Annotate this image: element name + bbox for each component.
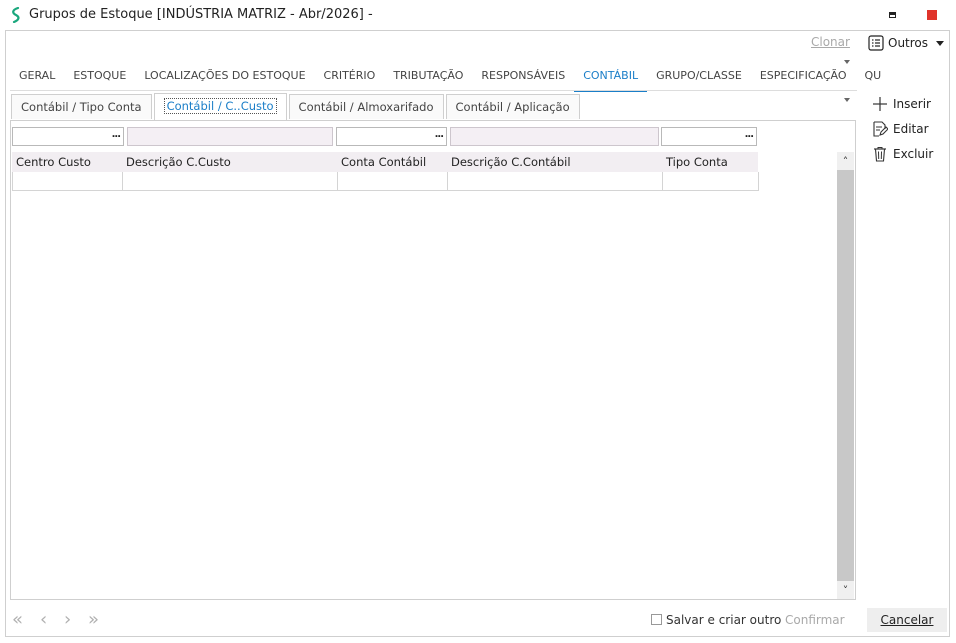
excluir-label: Excluir <box>893 147 934 161</box>
grid-cell-divider <box>122 172 123 191</box>
column-header-conta-contabil[interactable]: Conta Contábil <box>341 155 426 169</box>
cancelar-label: Cancelar <box>880 613 934 627</box>
salvar-criar-outro-label: Salvar e criar outro <box>666 613 782 627</box>
tab-especificacao[interactable]: ESPECIFICAÇÃO <box>751 66 856 90</box>
tab-qu[interactable]: QU <box>856 66 891 90</box>
tabs-overflow-button[interactable] <box>844 60 850 64</box>
app-logo-icon <box>12 7 20 23</box>
subtab-almoxarifado[interactable]: Contábil / Almoxarifado <box>288 94 444 119</box>
column-header-tipo-conta[interactable]: Tipo Conta <box>666 155 728 169</box>
column-header-centro-custo[interactable]: Centro Custo <box>16 155 91 169</box>
double-chevron-left-icon: « <box>12 609 24 630</box>
close-button[interactable] <box>917 4 947 26</box>
subtab-tipo-conta[interactable]: Contábil / Tipo Conta <box>11 94 152 119</box>
filter-conta-contabil[interactable]: ... <box>336 127 447 146</box>
filter-centro-custo[interactable]: ... <box>12 127 124 146</box>
next-record-button[interactable]: › <box>64 609 71 631</box>
editar-label: Editar <box>893 122 929 136</box>
chevron-down-icon: ˅ <box>842 583 849 597</box>
editar-button[interactable]: Editar <box>872 119 929 139</box>
previous-record-button[interactable]: ‹ <box>40 609 47 631</box>
trash-icon <box>874 147 886 162</box>
close-icon <box>927 10 937 20</box>
clonar-label: Clonar <box>811 35 850 49</box>
lookup-button[interactable]: ... <box>745 129 754 140</box>
clonar-button[interactable]: Clonar <box>811 35 850 49</box>
grid-cell-divider <box>12 172 13 191</box>
double-chevron-right-icon: » <box>88 609 100 630</box>
window-title: Grupos de Estoque [INDÚSTRIA MATRIZ - Ab… <box>29 7 373 22</box>
tab-contabil[interactable]: CONTÁBIL <box>574 66 648 92</box>
edit-icon <box>873 121 888 137</box>
tab-localizacoes[interactable]: LOCALIZAÇÕES DO ESTOQUE <box>135 66 314 90</box>
chevron-down-icon <box>844 60 850 64</box>
chevron-left-icon: ‹ <box>40 609 48 630</box>
subtab-centro-custo-label: Contábil / C..Custo <box>163 98 277 114</box>
chevron-right-icon: › <box>64 609 72 630</box>
subtab-aplicacao[interactable]: Contábil / Aplicação <box>445 94 580 119</box>
list-menu-icon <box>868 35 884 51</box>
scroll-down-button[interactable]: ˅ <box>837 581 854 599</box>
vertical-scrollbar[interactable] <box>837 152 854 599</box>
tab-responsaveis[interactable]: RESPONSÁVEIS <box>472 66 574 90</box>
column-header-descricao-ccontabil[interactable]: Descrição C.Contábil <box>451 155 571 169</box>
table-row[interactable] <box>12 172 758 191</box>
inserir-button[interactable]: Inserir <box>872 94 931 114</box>
first-record-button[interactable]: « <box>12 609 23 631</box>
minimize-button[interactable] <box>877 4 907 26</box>
last-record-button[interactable]: » <box>88 609 99 631</box>
chevron-down-icon <box>844 98 850 102</box>
lookup-button[interactable]: ... <box>112 129 121 140</box>
grid-cell-divider <box>337 172 338 191</box>
grid-header: Centro Custo Descrição C.Custo Conta Con… <box>12 152 758 172</box>
excluir-button[interactable]: Excluir <box>872 144 933 164</box>
confirmar-button[interactable]: Confirmar <box>785 613 845 627</box>
tab-geral[interactable]: GERAL <box>10 66 64 90</box>
lookup-button[interactable]: ... <box>435 129 444 140</box>
tab-tributacao[interactable]: TRIBUTAÇÃO <box>384 66 472 90</box>
column-header-descricao-ccusto[interactable]: Descrição C.Custo <box>126 155 231 169</box>
filter-descricao-ccusto <box>127 127 333 146</box>
tab-criterio[interactable]: CRITÉRIO <box>315 66 385 90</box>
tab-estoque[interactable]: ESTOQUE <box>64 66 135 90</box>
filter-tipo-conta[interactable]: ... <box>661 127 757 146</box>
chevron-up-icon: ˄ <box>842 154 849 168</box>
inserir-label: Inserir <box>893 97 931 111</box>
cancelar-button[interactable]: Cancelar <box>867 608 947 632</box>
content-panel <box>10 120 856 600</box>
subtabs-overflow-button[interactable] <box>844 98 850 102</box>
grid-cell-divider <box>758 172 759 191</box>
outros-label: Outros <box>888 36 929 50</box>
grid-cell-divider <box>662 172 663 191</box>
tab-grupo-classe[interactable]: GRUPO/CLASSE <box>647 66 751 90</box>
outros-menu-button[interactable]: Outros <box>868 33 945 53</box>
filter-descricao-ccontabil <box>450 127 659 146</box>
main-tabs: GERAL ESTOQUE LOCALIZAÇÕES DO ESTOQUE CR… <box>10 66 891 92</box>
sub-tabs: Contábil / Tipo Conta Contábil / C..Cust… <box>11 93 582 120</box>
subtab-centro-custo[interactable]: Contábil / C..Custo <box>153 93 287 120</box>
scroll-up-button[interactable]: ˄ <box>837 152 854 170</box>
plus-icon <box>873 97 887 111</box>
chevron-down-icon <box>936 40 945 46</box>
salvar-criar-outro-checkbox[interactable] <box>651 614 662 625</box>
grid-cell-divider <box>447 172 448 191</box>
minimize-icon <box>888 12 896 18</box>
tabs-divider <box>10 90 857 91</box>
